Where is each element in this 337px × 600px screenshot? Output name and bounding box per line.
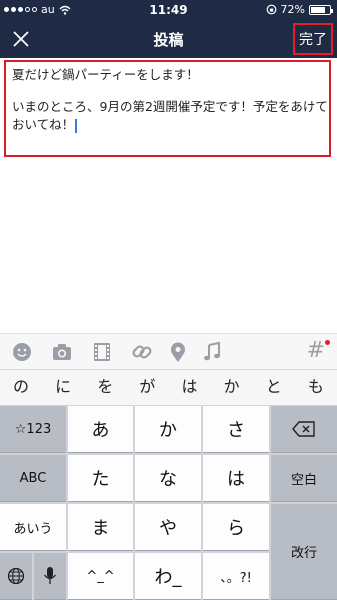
- key-wa[interactable]: わ_: [135, 553, 201, 600]
- post-blank-line: [12, 84, 323, 98]
- globe-key[interactable]: [0, 553, 32, 600]
- key-punctuation[interactable]: 、。?!: [203, 553, 269, 600]
- backspace-icon: [292, 421, 315, 437]
- battery-percent: 72%: [280, 3, 305, 16]
- key-ka[interactable]: か: [135, 406, 201, 453]
- key-ya[interactable]: や: [135, 504, 201, 551]
- suggestion-item[interactable]: が: [126, 370, 168, 405]
- status-right: 72%: [266, 3, 333, 16]
- globe-icon: [7, 567, 25, 585]
- symbol-mode-key[interactable]: ☆123: [0, 406, 66, 453]
- post-text-area[interactable]: 夏だけど鍋パーティーをします！ いまのところ、9月の第2週開催予定です！予定をあ…: [4, 60, 331, 157]
- suggestion-bar: の に を が は か と も: [0, 369, 337, 405]
- suggestion-item[interactable]: の: [0, 370, 42, 405]
- suggestion-item[interactable]: と: [253, 370, 295, 405]
- emoji-icon[interactable]: [11, 341, 33, 363]
- hashtag-icon[interactable]: #: [307, 338, 325, 363]
- microphone-key[interactable]: [34, 553, 66, 600]
- key-na[interactable]: な: [135, 455, 201, 502]
- suggestion-item[interactable]: か: [211, 370, 253, 405]
- suggestion-item[interactable]: を: [84, 370, 126, 405]
- location-icon[interactable]: [167, 341, 189, 363]
- post-line-3: おいてね！: [12, 117, 75, 132]
- page-title: 投稿: [153, 31, 184, 49]
- battery-icon: [309, 4, 333, 15]
- suggestion-item[interactable]: に: [42, 370, 84, 405]
- attachment-toolbar: #: [0, 333, 337, 369]
- key-kaomoji[interactable]: ^_^: [68, 553, 133, 600]
- japanese-keyboard: ☆123 あ か さ ABC た な は 空白 あいう ま や ら 改行 ^_^…: [0, 405, 337, 600]
- post-line-3-wrap: おいてね！: [12, 116, 323, 134]
- abc-mode-key[interactable]: ABC: [0, 455, 66, 502]
- done-button[interactable]: 完了: [293, 23, 333, 55]
- link-icon[interactable]: [131, 341, 153, 363]
- kana-mode-key[interactable]: あいう: [0, 504, 66, 551]
- key-ta[interactable]: た: [68, 455, 133, 502]
- hashtag-notification-dot: [325, 340, 330, 345]
- nav-bar: 投稿 完了: [0, 20, 337, 58]
- suggestion-item[interactable]: も: [295, 370, 337, 405]
- post-line-2: いまのところ、9月の第2週開催予定です！予定をあけて: [12, 99, 328, 114]
- key-sa[interactable]: さ: [203, 406, 269, 453]
- space-key[interactable]: 空白: [271, 455, 337, 502]
- camera-icon[interactable]: [51, 341, 73, 363]
- key-a[interactable]: あ: [68, 406, 133, 453]
- key-ha[interactable]: は: [203, 455, 269, 502]
- status-bar: au 11:49 72%: [0, 0, 337, 20]
- video-icon[interactable]: [91, 341, 113, 363]
- text-caret: [75, 118, 78, 133]
- rotation-lock-icon: [266, 4, 276, 15]
- microphone-icon: [43, 567, 57, 584]
- key-ma[interactable]: ま: [68, 504, 133, 551]
- music-icon[interactable]: [201, 341, 223, 363]
- suggestion-item[interactable]: は: [169, 370, 211, 405]
- backspace-key[interactable]: [271, 406, 337, 453]
- post-line-1: 夏だけど鍋パーティーをします！: [12, 67, 199, 82]
- key-ra[interactable]: ら: [203, 504, 269, 551]
- return-key[interactable]: 改行: [271, 504, 337, 600]
